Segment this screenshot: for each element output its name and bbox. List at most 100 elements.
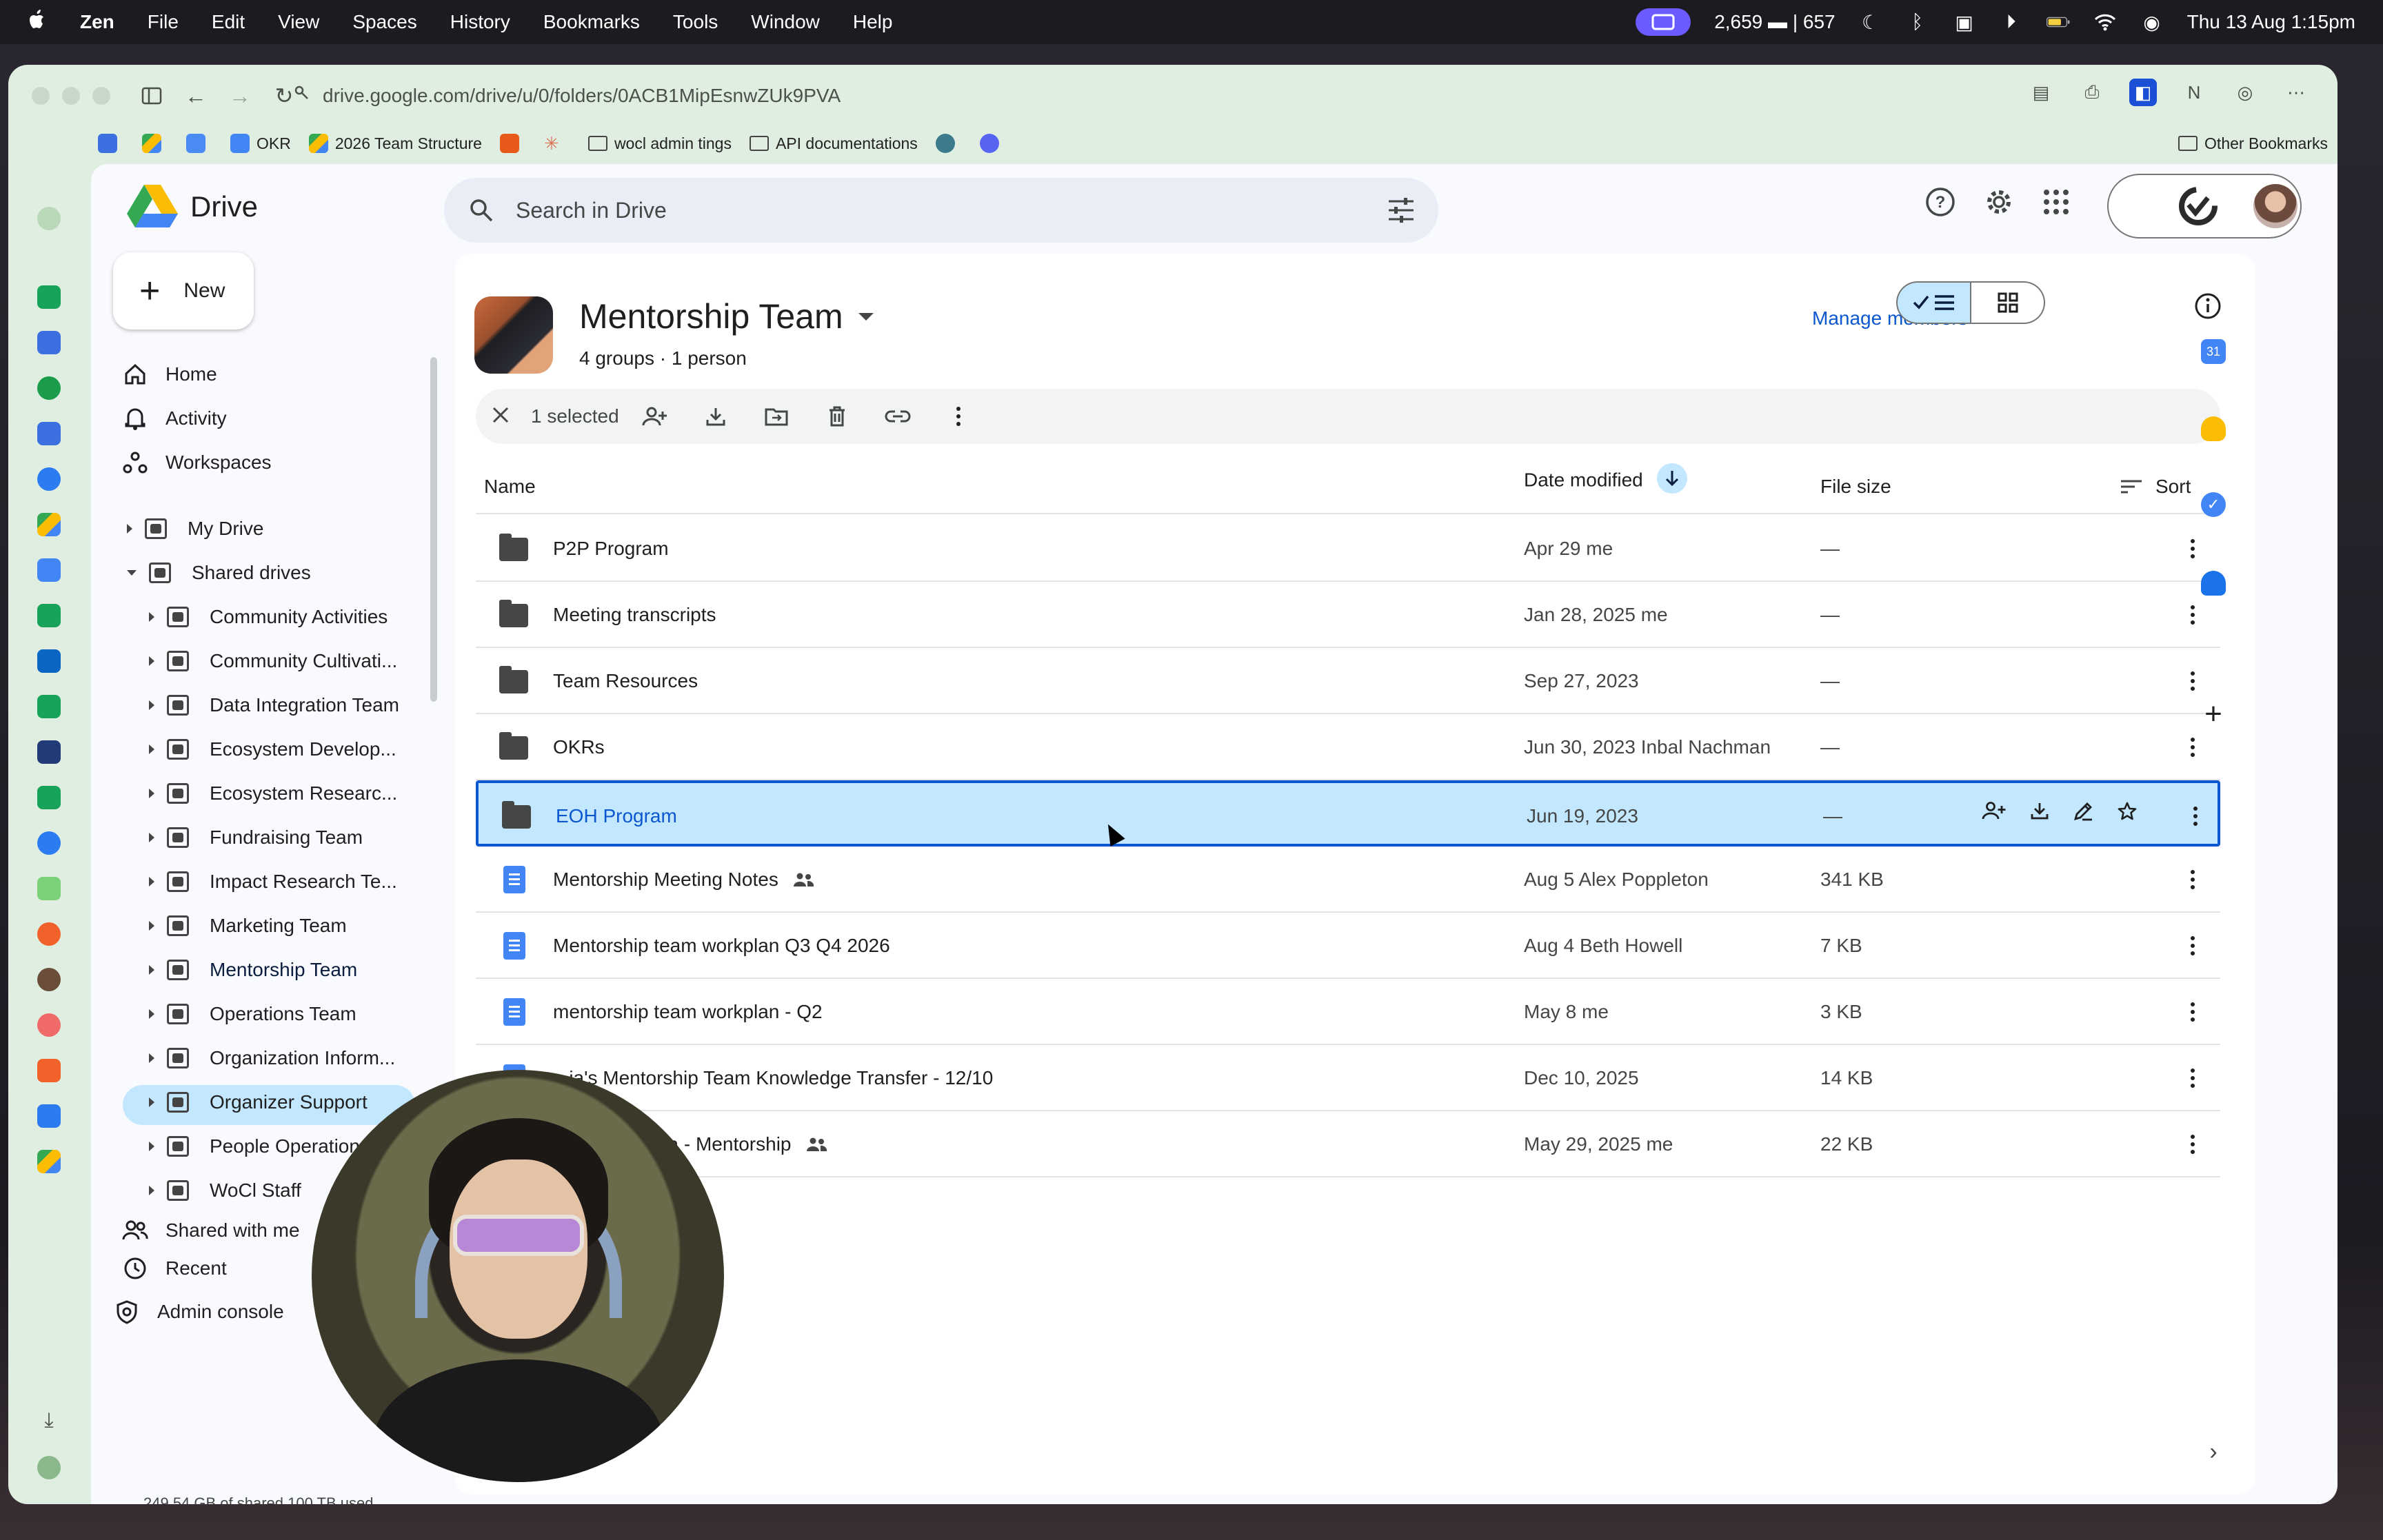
nav-admin-console[interactable]: Admin console [113, 1292, 284, 1332]
expand-arrow-icon[interactable] [149, 700, 154, 710]
search-bar[interactable]: Search in Drive [444, 178, 1438, 243]
table-row[interactable]: P2P Program Apr 29 me — [476, 516, 2220, 582]
contacts-icon[interactable] [2201, 571, 2226, 596]
tab-icon[interactable] [37, 604, 61, 627]
back-icon[interactable]: ← [181, 81, 211, 111]
help-icon[interactable]: ? [1925, 187, 1955, 217]
url-text[interactable]: drive.google.com/drive/u/0/folders/0ACB1… [323, 85, 841, 107]
webcam-overlay[interactable] [312, 1070, 724, 1482]
bookmark-slides[interactable] [186, 134, 212, 153]
menu-view[interactable]: View [278, 11, 319, 33]
expand-arrow-icon[interactable] [149, 833, 154, 842]
address-bar[interactable]: drive.google.com/drive/u/0/folders/0ACB1… [294, 80, 841, 112]
control-center-icon[interactable]: ◉ [2140, 12, 2164, 33]
tab-icon[interactable] [37, 786, 61, 809]
minimize-window-button[interactable] [62, 87, 80, 105]
table-row[interactable]: Team Resources Sep 27, 2023 — [476, 648, 2220, 714]
folder-title[interactable]: Mentorship Team [579, 296, 874, 336]
share-icon[interactable] [641, 403, 669, 430]
shared-drive-item[interactable]: Organization Inform... [149, 1038, 395, 1078]
download-icon[interactable] [702, 403, 730, 430]
expand-arrow-icon[interactable] [149, 1009, 154, 1019]
tab-icon[interactable] [37, 285, 61, 309]
app-status-icon[interactable]: ▣ [1953, 12, 1976, 33]
forward-icon[interactable]: → [225, 81, 255, 111]
nav-scrollbar[interactable] [430, 357, 437, 702]
tab-icon[interactable] [37, 1059, 61, 1082]
site-settings-icon[interactable] [294, 85, 310, 108]
shared-drive-item[interactable]: Fundraising Team [149, 818, 363, 858]
sort-descending-icon[interactable] [1656, 463, 1687, 494]
grid-view-button[interactable] [1971, 281, 2045, 324]
shared-drive-item[interactable]: Community Cultivati... [149, 641, 397, 681]
calendar-icon[interactable]: 31 [2201, 339, 2226, 364]
file-name[interactable]: ...ia's Mentorship Team Knowledge Transf… [553, 1067, 993, 1089]
rename-pencil-icon[interactable] [2073, 801, 2093, 827]
tab-icon[interactable] [37, 1104, 61, 1128]
downloads-icon[interactable]: ⤓ [37, 1409, 61, 1432]
tab-linkedin-icon[interactable] [37, 649, 61, 673]
tab-icon[interactable] [37, 922, 61, 946]
nav-my-drive[interactable]: My Drive [127, 509, 263, 549]
expand-arrow-icon[interactable] [149, 1053, 154, 1063]
more-menu-icon[interactable]: ⋯ [2282, 79, 2310, 106]
print-icon[interactable]: ⎙ [2078, 79, 2106, 106]
tab-icon[interactable] [37, 968, 61, 991]
bookmark-folder-api[interactable]: API documentations [749, 134, 918, 153]
shared-drive-item[interactable]: Operations Team [149, 994, 356, 1034]
shared-drive-item[interactable]: Organizer Support [149, 1082, 368, 1122]
table-row[interactable]: OKRs Jun 30, 2023 Inbal Nachman — [476, 714, 2220, 780]
bluetooth-icon[interactable]: ᛒ [1906, 11, 1929, 32]
menu-window[interactable]: Window [751, 11, 820, 33]
shared-drive-item[interactable]: WoCl Staff [149, 1171, 301, 1210]
expand-arrow-icon[interactable] [149, 921, 154, 931]
menu-datetime[interactable]: Thu 13 Aug 1:15pm [2187, 11, 2355, 33]
more-actions-icon[interactable] [945, 403, 972, 430]
bookmark-discord[interactable] [979, 134, 1006, 153]
menu-edit[interactable]: Edit [212, 11, 245, 33]
tab-icon[interactable] [37, 740, 61, 764]
bookmark-gear[interactable] [935, 134, 962, 153]
file-name[interactable]: Mentorship Meeting Notes [553, 869, 814, 891]
tab-icon[interactable] [37, 877, 61, 900]
expand-arrow-icon[interactable] [149, 789, 154, 798]
close-window-button[interactable] [32, 87, 50, 105]
other-bookmarks[interactable]: Other Bookmarks [2178, 134, 2328, 153]
extension-icon[interactable]: ◧ [2129, 79, 2157, 106]
download-icon[interactable] [2030, 801, 2049, 827]
tab-icon[interactable] [37, 695, 61, 718]
menu-app-name[interactable]: Zen [80, 11, 114, 33]
drive-logo[interactable]: Drive [127, 185, 258, 229]
column-date-modified[interactable]: Date modified [1524, 463, 1687, 494]
list-view-button[interactable] [1896, 281, 1971, 324]
menu-tools[interactable]: Tools [673, 11, 718, 33]
tab-drive-icon[interactable] [37, 513, 61, 536]
expand-arrow-icon[interactable] [149, 744, 154, 754]
shared-drive-item[interactable]: Ecosystem Develop... [149, 729, 396, 769]
expand-arrow-icon[interactable] [149, 877, 154, 886]
file-name[interactable]: mentorship team workplan - Q2 [553, 1001, 823, 1023]
shared-drive-item[interactable]: Community Activities [149, 597, 388, 637]
settings-gear-icon[interactable] [1983, 186, 2015, 218]
tab-calendar-icon[interactable] [37, 422, 61, 445]
tab-icon[interactable] [37, 376, 61, 400]
screen-share-icon[interactable] [1636, 8, 1691, 36]
tab-icon[interactable] [37, 467, 61, 491]
bookmark-team-structure[interactable]: 2026 Team Structure [308, 134, 482, 153]
nav-activity[interactable]: Activity [121, 398, 227, 438]
shared-drive-item[interactable]: Impact Research Te... [149, 862, 397, 902]
search-options-icon[interactable] [1387, 197, 1415, 223]
nav-shared-drives[interactable]: Shared drives [127, 553, 311, 593]
trash-icon[interactable] [823, 403, 851, 430]
bookmark-folder-wocl[interactable]: wocl admin tings [587, 134, 732, 153]
shared-drive-item[interactable]: Marketing Team [149, 906, 347, 946]
file-name[interactable]: OKRs [553, 736, 605, 758]
tab-docs-icon[interactable] [37, 558, 61, 582]
new-button[interactable]: + New [113, 252, 254, 330]
battery-icon[interactable] [2046, 12, 2070, 32]
menu-help[interactable]: Help [853, 11, 893, 33]
move-icon[interactable] [763, 403, 790, 430]
table-row[interactable]: Mentorship Meeting Notes Aug 5 Alex Poppl… [476, 847, 2220, 913]
tab-calendar-icon[interactable] [37, 331, 61, 354]
tab-asana-icon[interactable] [37, 1013, 61, 1037]
